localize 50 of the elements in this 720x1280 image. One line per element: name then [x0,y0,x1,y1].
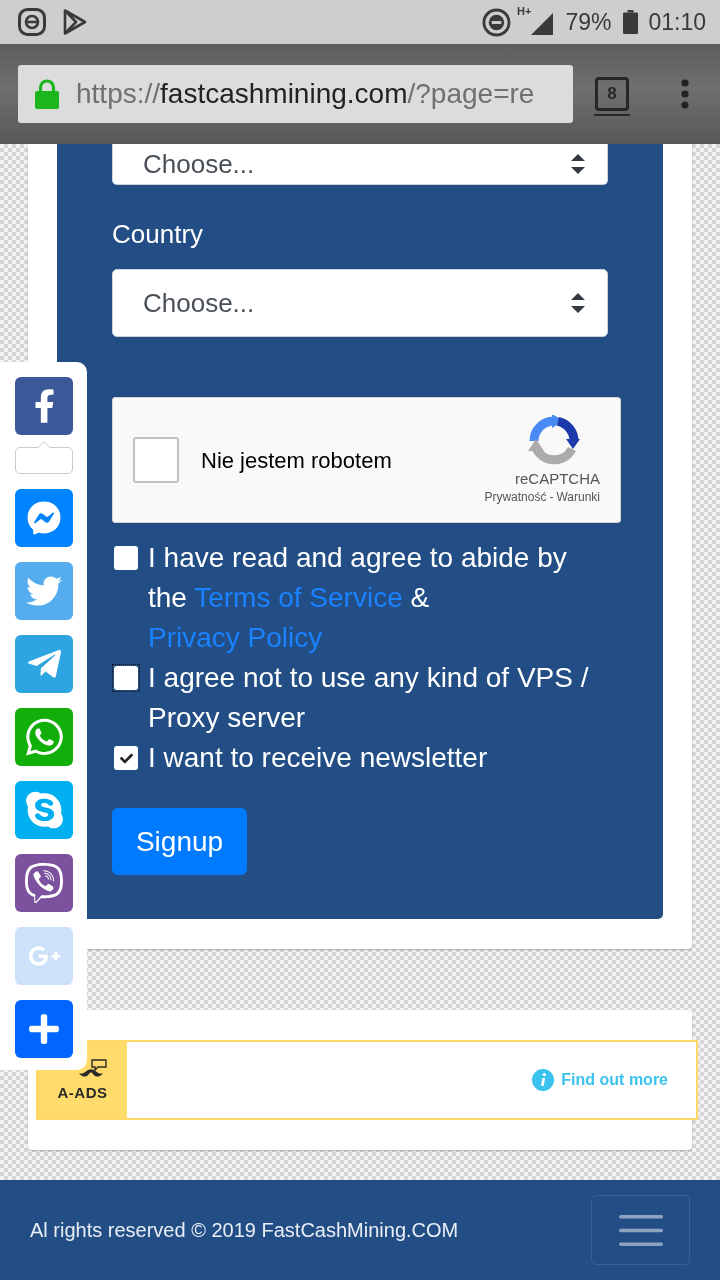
share-button[interactable] [15,854,73,912]
share-button[interactable] [15,377,73,435]
select-field[interactable]: Choose... [112,144,608,185]
terms-link[interactable]: Warunki [556,489,600,505]
captcha-brand-text: reCAPTCHA [515,469,600,489]
menu-button[interactable] [591,1195,690,1265]
check-icon [118,751,134,765]
checkbox[interactable] [114,746,138,770]
lock-icon [35,79,59,109]
ad-brand-text: A-ADS [57,1084,108,1102]
select-field[interactable]: Choose... [112,269,608,337]
copyright-text: Al rights reserved © 2019 FastCashMining.COM [30,1218,459,1243]
share-button[interactable] [15,489,73,547]
privacy-link[interactable]: Prywatność [484,489,547,505]
g-plus-icon [27,943,61,969]
phone-bubble-icon [25,716,63,758]
menu-icon [618,1214,663,1246]
captcha-label: Nie jestem robotem [201,446,392,475]
bird-icon [26,573,62,609]
plus-icon [29,1012,59,1046]
network-type-text: H+ [517,5,532,17]
url-field[interactable]: https://fastcashmining.com/?page=re [18,65,573,123]
agreement-text: I have read and agree to abide by the Terms of Service & Privacy Policy [148,541,568,655]
circular-arrows-icon [528,415,580,467]
agreement-text: I agree not to use any kind of VPS / Proxy server [148,661,590,735]
share-button[interactable] [15,1000,73,1058]
letter-s-icon [25,789,63,831]
url-text: https://fastcashmining.com/?page=re [76,77,535,111]
share-button[interactable] [15,708,73,766]
separator-text: - [549,489,554,505]
info-icon [532,1069,555,1091]
signal-icon [531,13,554,35]
minus-circle-icon [482,7,511,37]
phone-waves-icon [24,863,64,903]
ad-banner[interactable]: A-ADS Find out more [36,1040,698,1120]
chat-bubble-bolt-icon [27,499,61,537]
agreement-text: I want to receive newsletter [148,741,489,775]
clock-text: 01:10 [648,7,706,37]
battery-icon [623,10,639,34]
field-label: Country [112,218,204,250]
more-icon [681,79,689,109]
captcha-checkbox[interactable] [133,437,179,483]
rounded-square-app-icon [18,8,46,36]
play-triangle-icon [63,9,87,35]
sort-caret-icon [571,293,585,313]
sort-caret-icon [571,154,585,174]
battery-percent-text: 79% [565,7,612,37]
signup-button[interactable]: Signup [112,808,247,875]
checkbox[interactable] [114,546,138,570]
letter-f-icon [33,389,55,423]
